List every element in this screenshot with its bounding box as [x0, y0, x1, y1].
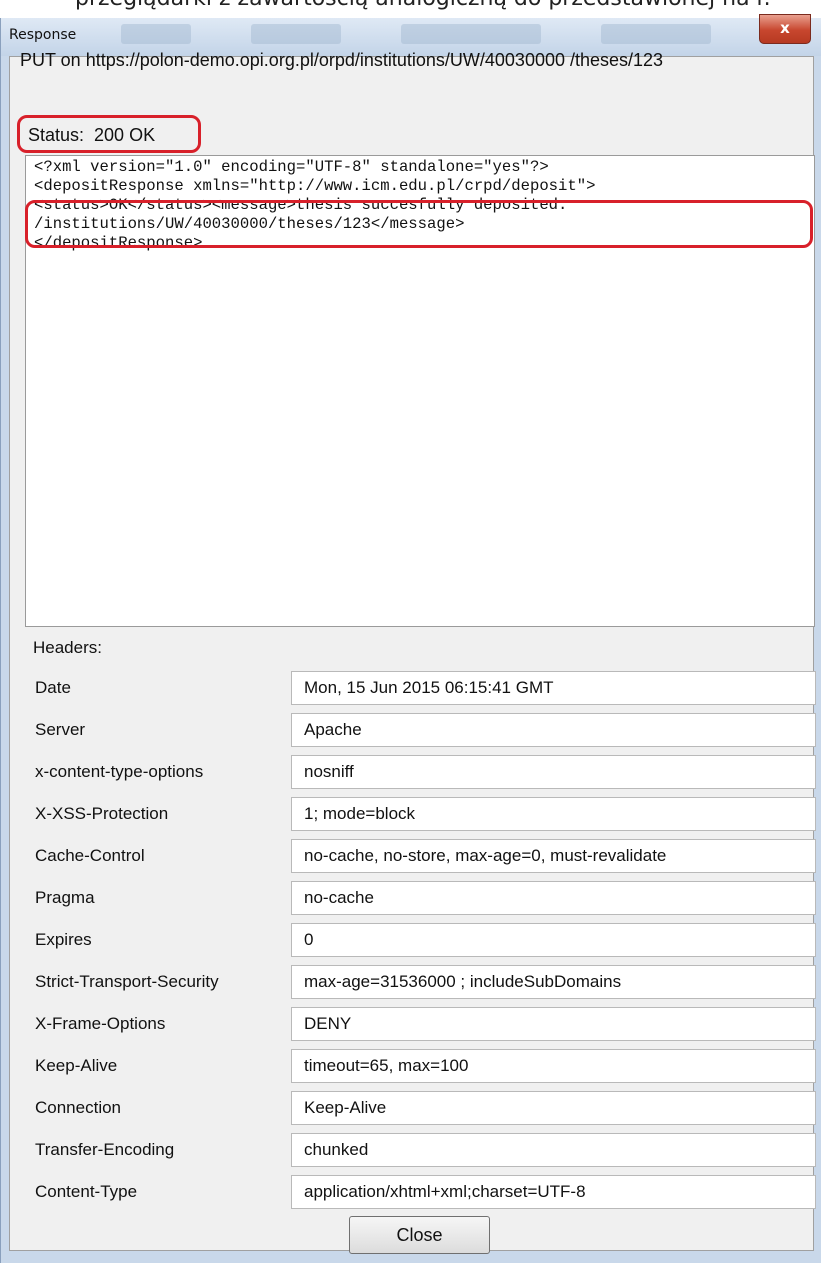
header-value-field[interactable]: timeout=65, max=100 [291, 1049, 816, 1083]
status-label: Status: [28, 125, 85, 145]
header-key: Pragma [35, 888, 95, 907]
titlebar-reflection [601, 24, 711, 44]
header-key: Transfer-Encoding [35, 1140, 175, 1159]
header-value-field[interactable]: 1; mode=block [291, 797, 816, 831]
body-line: <?xml version="1.0" encoding="UTF-8" sta… [34, 158, 549, 176]
header-key: x-content-type-options [35, 762, 204, 781]
background-caption: przeglądarki z zawartością analogiczną d… [75, 0, 771, 11]
header-key: Connection [35, 1098, 122, 1117]
body-line: <status>OK</status><message>thesis succe… [34, 196, 568, 214]
titlebar-reflection [251, 24, 341, 44]
request-line: PUT on https://polon-demo.opi.org.pl/orp… [20, 50, 664, 70]
headers-label: Headers: [33, 638, 102, 657]
header-key: Date [35, 678, 71, 697]
header-key: Content-Type [35, 1182, 138, 1201]
header-value-field[interactable]: Apache [291, 713, 816, 747]
header-value-field[interactable]: nosniff [291, 755, 816, 789]
close-icon: x [780, 19, 790, 37]
body-line: </depositResponse> [34, 234, 203, 252]
header-key: X-XSS-Protection [35, 804, 169, 823]
body-line: <depositResponse xmlns="http://www.icm.e… [34, 177, 596, 195]
close-button[interactable]: Close [349, 1216, 490, 1254]
header-key: Keep-Alive [35, 1056, 118, 1075]
header-value-field[interactable]: no-cache [291, 881, 816, 915]
header-key: Cache-Control [35, 846, 145, 865]
header-key: X-Frame-Options [35, 1014, 166, 1033]
header-key: Expires [35, 930, 92, 949]
header-value-field[interactable]: no-cache, no-store, max-age=0, must-reva… [291, 839, 816, 873]
response-body-textarea[interactable]: <?xml version="1.0" encoding="UTF-8" sta… [25, 155, 815, 627]
header-value-field[interactable]: DENY [291, 1007, 816, 1041]
header-value-field[interactable]: Mon, 15 Jun 2015 06:15:41 GMT [291, 671, 816, 705]
status-value: 200 OK [94, 125, 156, 145]
header-value-field[interactable]: 0 [291, 923, 816, 957]
header-value-field[interactable]: chunked [291, 1133, 816, 1167]
body-line: /institutions/UW/40030000/theses/123</me… [34, 215, 465, 233]
header-value-field[interactable]: application/xhtml+xml;charset=UTF-8 [291, 1175, 816, 1209]
header-value-field[interactable]: Keep-Alive [291, 1091, 816, 1125]
header-key: Server [35, 720, 86, 739]
window-title: Response [9, 27, 77, 43]
header-value-field[interactable]: max-age=31536000 ; includeSubDomains [291, 965, 816, 999]
titlebar-reflection [401, 24, 541, 44]
window-close-button[interactable]: x [759, 14, 811, 44]
titlebar-reflection [121, 24, 191, 44]
header-key: Strict-Transport-Security [35, 972, 219, 991]
status-line: Status: 200 OK [20, 119, 198, 151]
response-body-text: <?xml version="1.0" encoding="UTF-8" sta… [34, 158, 595, 253]
